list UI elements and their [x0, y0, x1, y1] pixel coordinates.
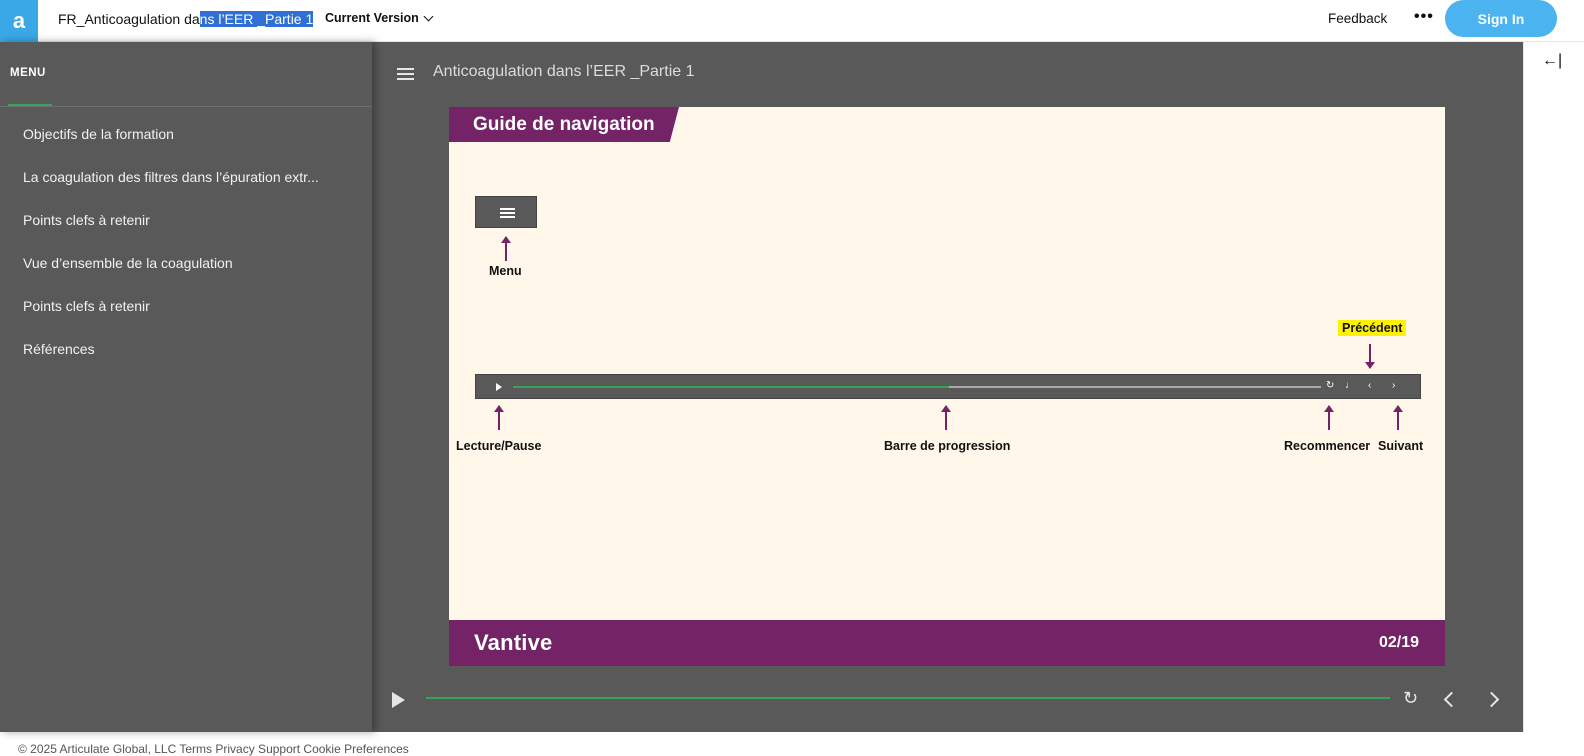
- play-icon[interactable]: [392, 692, 405, 708]
- progress-track-illustration: [513, 386, 1321, 388]
- label-progress-bar: Barre de progression: [884, 439, 1011, 453]
- menu-illustration-icon: [475, 196, 537, 228]
- menu-heading[interactable]: MENU: [10, 67, 46, 79]
- arrow-up-icon: [1324, 405, 1334, 430]
- more-options-icon[interactable]: •••: [1414, 8, 1434, 26]
- course-player: Anticoagulation dans l’EER _Partie 1 Gui…: [372, 42, 1523, 732]
- arrow-up-icon: [501, 236, 511, 261]
- top-header: a FR_Anticoagulation dans l’EER _Partie …: [0, 0, 1584, 42]
- menu-item[interactable]: Points clefs à retenir: [23, 212, 319, 255]
- footer-text: © 2025 Articulate Global, LLC Terms Priv…: [18, 742, 409, 756]
- sidebar-menu: MENU Objectifs de la formation La coagul…: [0, 42, 372, 732]
- page-footer: © 2025 Articulate Global, LLC Terms Priv…: [0, 732, 1584, 756]
- menu-list: Objectifs de la formation La coagulation…: [23, 126, 319, 384]
- menu-divider: [0, 106, 372, 107]
- control-bar-illustration: ↻ ♩ ‹ ›: [475, 374, 1421, 399]
- volume-icon: ♩: [1345, 380, 1355, 391]
- label-restart: Recommencer: [1284, 439, 1371, 453]
- menu-item[interactable]: Vue d’ensemble de la coagulation: [23, 255, 319, 298]
- chevron-left-icon: ‹: [1368, 380, 1372, 391]
- replay-icon[interactable]: ↻: [1403, 688, 1418, 709]
- slide-footer: Vantive 02/19: [449, 620, 1445, 666]
- arrow-up-icon: [494, 405, 504, 430]
- label-play-pause: Lecture/Pause: [456, 439, 542, 453]
- sign-in-button[interactable]: Sign In: [1445, 0, 1557, 37]
- menu-item[interactable]: La coagulation des filtres dans l’épurat…: [23, 169, 319, 212]
- progress-bar[interactable]: [426, 697, 1390, 699]
- document-title: FR_Anticoagulation dans l’EER _Partie 1: [58, 11, 314, 27]
- page-indicator: 02/19: [1378, 634, 1419, 651]
- label-menu: Menu: [489, 264, 522, 278]
- slide-banner-title: Guide de navigation: [473, 114, 655, 135]
- arrow-up-icon: [941, 405, 951, 430]
- arrow-up-icon: [1393, 405, 1403, 430]
- menu-item[interactable]: Points clefs à retenir: [23, 298, 319, 341]
- play-icon: [496, 383, 502, 391]
- replay-icon: ↻: [1326, 380, 1335, 391]
- vantive-logo: Vantive: [474, 630, 553, 655]
- articulate-logo-icon[interactable]: a: [0, 0, 38, 42]
- document-title-selection: ns l’EER _Partie 1: [199, 11, 314, 27]
- label-previous: Précédent: [1338, 320, 1407, 336]
- player-title: Anticoagulation dans l’EER _Partie 1: [433, 63, 695, 80]
- version-dropdown[interactable]: Current Version: [325, 11, 434, 25]
- slide-canvas: Guide de navigation Menu Précédent ↻ ♩ ‹…: [449, 107, 1445, 666]
- label-next: Suivant: [1378, 439, 1424, 453]
- arrow-down-icon: [1365, 344, 1375, 369]
- slide-banner: Guide de navigation: [449, 107, 679, 142]
- menu-item[interactable]: Références: [23, 341, 319, 384]
- chevron-down-icon: [423, 11, 434, 21]
- collapse-panel-icon[interactable]: ←|: [1542, 52, 1562, 70]
- hamburger-menu-icon[interactable]: [397, 68, 414, 80]
- feedback-link[interactable]: Feedback: [1328, 11, 1387, 26]
- document-title-prefix: FR_Anticoagulation da: [58, 11, 200, 27]
- chevron-right-icon: ›: [1392, 380, 1396, 391]
- version-label: Current Version: [325, 11, 419, 25]
- right-panel: ←|: [1523, 42, 1584, 732]
- chevron-left-icon[interactable]: [1443, 691, 1460, 708]
- menu-item[interactable]: Objectifs de la formation: [23, 126, 319, 169]
- chevron-right-icon[interactable]: [1483, 691, 1500, 708]
